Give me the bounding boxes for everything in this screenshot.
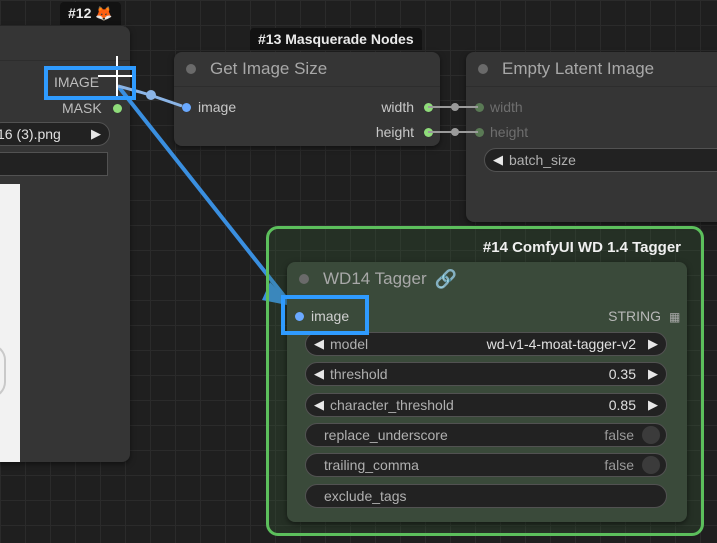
- replace-underscore-value: false: [604, 427, 634, 443]
- node13-input-image-dot[interactable]: [182, 103, 191, 112]
- threshold-value: 0.35: [608, 366, 636, 382]
- node13-collapse-dot[interactable]: [186, 64, 196, 74]
- node-empty-latent-image[interactable]: Empty Latent Image width height ◀ batch_…: [466, 52, 717, 222]
- arrow-right-icon[interactable]: ▶: [91, 126, 101, 142]
- node14-widget-exclude-tags[interactable]: exclude_tags: [305, 484, 667, 508]
- empty-latent-title: Empty Latent Image: [502, 59, 655, 78]
- grid-icon: ▦: [669, 310, 681, 324]
- empty-latent-collapse-dot[interactable]: [478, 64, 488, 74]
- node12-output-mask-label: MASK: [62, 100, 102, 116]
- link-reroute-dot[interactable]: [146, 90, 156, 100]
- threshold-label: threshold: [330, 366, 388, 382]
- node13-output-height-dot[interactable]: [424, 128, 433, 137]
- node12-badge: #12 🦊: [60, 2, 121, 25]
- node12-upload-field[interactable]: [0, 152, 108, 176]
- node14-widget-replace-underscore[interactable]: replace_underscore false: [305, 423, 667, 447]
- node13-input-image-label: image: [198, 99, 237, 115]
- node13-output-width-dot[interactable]: [424, 103, 433, 112]
- batch-size-label: batch_size: [509, 152, 576, 168]
- empty-latent-input-width-dot[interactable]: [475, 103, 484, 112]
- arrow-left-icon[interactable]: ◀: [314, 366, 324, 382]
- node14-title: WD14 Tagger: [323, 269, 427, 288]
- empty-latent-header[interactable]: Empty Latent Image: [466, 52, 717, 87]
- node14-widget-trailing-comma[interactable]: trailing_comma false: [305, 453, 667, 477]
- arrow-left-icon[interactable]: ◀: [493, 152, 503, 168]
- arrow-right-icon[interactable]: ▶: [648, 366, 658, 382]
- arrow-right-icon[interactable]: ▶: [648, 336, 658, 352]
- arrow-left-icon[interactable]: ◀: [314, 397, 324, 413]
- exclude-tags-label: exclude_tags: [324, 488, 407, 504]
- node12-badge-text: #12: [68, 5, 92, 21]
- empty-latent-input-width-label: width: [490, 99, 523, 115]
- empty-latent-batch-size[interactable]: ◀ batch_size: [484, 148, 717, 172]
- node13-badge: #13 Masquerade Nodes: [250, 28, 422, 50]
- fox-icon: 🦊: [95, 5, 113, 21]
- node14-widget-model[interactable]: ◀ model wd-v1-4-moat-tagger-v2 ▶: [305, 332, 667, 356]
- node12-image-select[interactable]: 16 (3).png ▶: [0, 122, 110, 146]
- character-threshold-label: character_threshold: [330, 397, 454, 413]
- model-value: wd-v1-4-moat-tagger-v2: [486, 336, 636, 352]
- trailing-comma-label: trailing_comma: [324, 457, 419, 473]
- toggle-icon[interactable]: [642, 426, 660, 444]
- link-height-dot[interactable]: [451, 128, 459, 136]
- trailing-comma-value: false: [604, 457, 634, 473]
- node13-header[interactable]: Get Image Size: [174, 52, 440, 87]
- node13-title: Get Image Size: [210, 59, 328, 78]
- node12-filename: 16 (3).png: [0, 126, 61, 142]
- node13-output-width-label: width: [381, 99, 414, 115]
- link-width-dot[interactable]: [451, 103, 459, 111]
- toggle-icon[interactable]: [642, 456, 660, 474]
- node13-get-image-size[interactable]: Get Image Size image width height: [174, 52, 440, 146]
- highlight-tagger-image-input: [281, 295, 369, 335]
- replace-underscore-label: replace_underscore: [324, 427, 448, 443]
- link-icon: 🔗: [434, 268, 458, 289]
- node12-image-preview: [0, 184, 20, 462]
- node14-collapse-dot[interactable]: [299, 274, 309, 284]
- group14-title: #14 ComfyUI WD 1.4 Tagger: [482, 239, 681, 256]
- empty-latent-input-height-dot[interactable]: [475, 128, 484, 137]
- arrow-left-icon[interactable]: ◀: [314, 336, 324, 352]
- character-threshold-value: 0.85: [608, 397, 636, 413]
- node14-widget-character-threshold[interactable]: ◀ character_threshold 0.85 ▶: [305, 393, 667, 417]
- highlight-image-output: [44, 66, 136, 100]
- node14-header[interactable]: WD14 Tagger 🔗: [287, 262, 687, 296]
- node12-output-mask-dot[interactable]: [113, 104, 122, 113]
- empty-latent-input-height-label: height: [490, 124, 529, 140]
- model-label: model: [330, 336, 369, 352]
- node14-widget-threshold[interactable]: ◀ threshold 0.35 ▶: [305, 362, 667, 386]
- node13-output-height-label: height: [375, 124, 414, 140]
- node14-output-string-label: STRING: [608, 308, 661, 324]
- arrow-right-icon[interactable]: ▶: [648, 397, 658, 413]
